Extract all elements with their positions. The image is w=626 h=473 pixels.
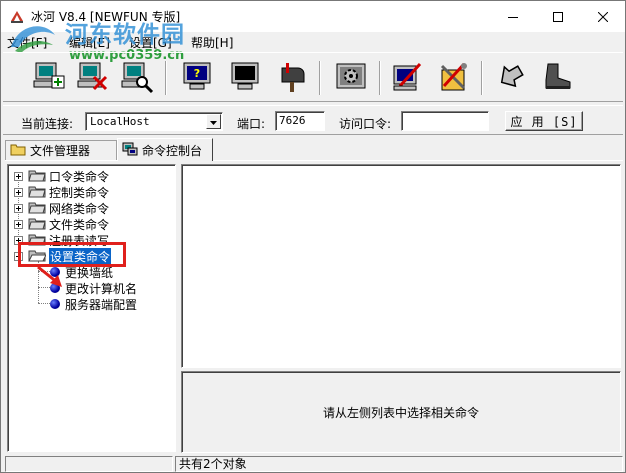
menu-settings[interactable]: 设置[G] <box>129 34 172 51</box>
folder-icon <box>28 168 46 185</box>
screen-control-button[interactable] <box>225 59 265 97</box>
folder-icon <box>28 184 46 201</box>
password-input[interactable] <box>401 111 489 131</box>
delete-host-icon <box>76 60 110 97</box>
tree-category[interactable]: 控制类命令 <box>8 184 109 200</box>
svg-text:?: ? <box>194 67 200 80</box>
menu-edit[interactable]: 编辑[E] <box>69 34 110 51</box>
app-window: 冰河 V8.4 [NEWFUN 专版] 文件[F] 编辑[E] 设置[G] 帮助… <box>0 0 626 473</box>
close-icon <box>597 11 608 22</box>
status-left <box>5 456 173 472</box>
tools-button[interactable] <box>433 59 473 97</box>
maximize-icon <box>552 11 563 22</box>
command-bullet-icon <box>50 299 60 309</box>
close-button[interactable] <box>580 1 625 32</box>
combobox-arrow[interactable] <box>206 114 221 129</box>
toolbar-separator <box>379 61 381 95</box>
command-hint-text: 请从左侧列表中选择相关命令 <box>322 405 479 420</box>
mailbox-icon <box>274 60 308 97</box>
control-panel-icon <box>334 60 368 97</box>
command-hint-panel: 请从左侧列表中选择相关命令 <box>181 371 621 453</box>
tree-command-label: 服务器端配置 <box>65 297 138 312</box>
port-input[interactable]: 7626 <box>275 111 325 131</box>
toolbar-separator <box>319 61 321 95</box>
tree-category[interactable]: 口令类命令 <box>8 168 109 184</box>
command-output-panel[interactable] <box>181 164 621 368</box>
port-label: 端口: <box>237 117 266 131</box>
chevron-down-icon <box>209 115 218 129</box>
host-combobox[interactable]: LocalHost <box>85 112 223 131</box>
tree-category-label: 控制类命令 <box>49 185 110 200</box>
port-value: 7626 <box>279 114 306 127</box>
expand-icon[interactable] <box>14 188 23 197</box>
password-label: 访问口令: <box>339 117 392 131</box>
window-title: 冰河 V8.4 [NEWFUN 专版] <box>31 10 181 24</box>
app-icon <box>9 9 25 25</box>
apply-button[interactable]: 应 用 [S] <box>505 111 583 131</box>
boot-button[interactable] <box>537 59 577 97</box>
help-screen-button[interactable]: ? <box>177 59 217 97</box>
annotation-arrow-icon <box>36 265 66 292</box>
help-screen-icon: ? <box>180 60 214 97</box>
toolbar-separator <box>481 61 483 95</box>
connection-bar: 当前连接: LocalHost 端口: 7626 访问口令: 应 用 [S] <box>3 105 623 135</box>
tree-category-label: 文件类命令 <box>49 217 110 232</box>
menu-bar: 文件[F] 编辑[E] 设置[G] 帮助[H] <box>1 32 625 51</box>
back-icon <box>492 60 526 97</box>
toolbar-separator <box>165 61 167 95</box>
host-value: LocalHost <box>90 115 150 128</box>
auto-search-button[interactable] <box>117 59 157 97</box>
tree-command-item[interactable]: 服务器端配置 <box>50 296 137 312</box>
tab-command-console-label: 命令控制台 <box>142 143 203 158</box>
minimize-icon <box>507 12 518 22</box>
tree-category-label: 口令类命令 <box>49 169 110 184</box>
expand-icon[interactable] <box>14 220 23 229</box>
status-bar: 共有2个对象 <box>1 455 625 473</box>
annotation-highlight-box <box>18 242 126 267</box>
tab-command-console[interactable]: 命令控制台 <box>117 138 213 161</box>
edit-config-button[interactable] <box>387 59 427 97</box>
status-object-count: 共有2个对象 <box>175 456 623 472</box>
menu-help[interactable]: 帮助[H] <box>191 34 233 51</box>
control-panel-button[interactable] <box>331 59 371 97</box>
command-tree[interactable]: 口令类命令 控制类命令 网络类命令 文件类命令 注册表读写 设置类命令 更换墙纸… <box>7 164 176 452</box>
tree-connector <box>38 303 50 304</box>
add-host-icon <box>32 60 66 97</box>
title-bar[interactable]: 冰河 V8.4 [NEWFUN 专版] <box>1 1 625 32</box>
main-area: 口令类命令 控制类命令 网络类命令 文件类命令 注册表读写 设置类命令 更换墙纸… <box>5 160 623 454</box>
tree-category-label: 网络类命令 <box>49 201 110 216</box>
minimize-button[interactable] <box>490 1 535 32</box>
folder-icon <box>28 200 46 217</box>
console-icon <box>122 142 138 159</box>
maximize-button[interactable] <box>535 1 580 32</box>
tab-file-manager[interactable]: 文件管理器 <box>5 140 117 160</box>
tab-strip: 文件管理器 命令控制台 <box>5 138 625 161</box>
folder-icon <box>28 216 46 233</box>
back-button[interactable] <box>489 59 529 97</box>
tab-file-manager-label: 文件管理器 <box>30 144 91 158</box>
host-label: 当前连接: <box>21 117 74 131</box>
delete-host-button[interactable] <box>73 59 113 97</box>
auto-search-icon <box>120 60 154 97</box>
tree-category[interactable]: 网络类命令 <box>8 200 109 216</box>
toolbar: ? <box>3 52 623 102</box>
boot-icon <box>540 60 574 97</box>
screen-control-icon <box>228 60 262 97</box>
edit-config-icon <box>390 60 424 97</box>
mailbox-button[interactable] <box>271 59 311 97</box>
menu-file[interactable]: 文件[F] <box>7 34 47 51</box>
tools-icon <box>436 60 470 97</box>
folder-icon <box>10 143 26 159</box>
add-host-button[interactable] <box>29 59 69 97</box>
expand-icon[interactable] <box>14 172 23 181</box>
tree-category[interactable]: 文件类命令 <box>8 216 109 232</box>
tree-command-label: 更改计算机名 <box>65 281 138 296</box>
expand-icon[interactable] <box>14 204 23 213</box>
